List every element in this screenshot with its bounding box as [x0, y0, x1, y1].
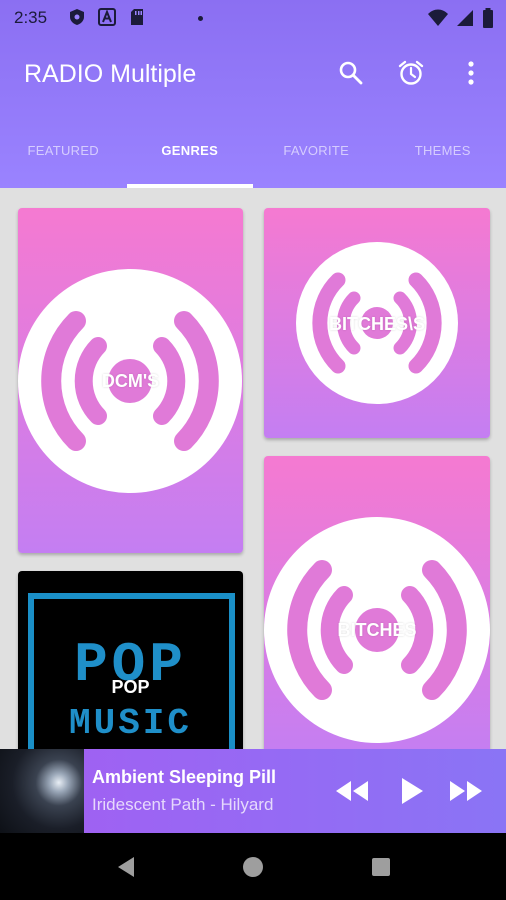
signal-icon — [456, 9, 474, 32]
pop-art-subtitle: MUSIC — [68, 703, 193, 744]
genre-label: BITCHES — [337, 620, 417, 640]
more-vert-icon[interactable] — [456, 58, 486, 88]
tab-genres[interactable]: GENRES — [126, 128, 254, 188]
system-nav-bar — [0, 833, 506, 900]
shield-icon — [68, 8, 86, 26]
battery-icon — [482, 8, 494, 33]
radio-disc-icon — [264, 517, 490, 743]
genre-card-pop[interactable]: POP MUSIC POP — [18, 571, 243, 761]
app-title: RADIO Multiple — [24, 60, 197, 88]
now-playing-bar[interactable]: Ambient Sleeping Pill Iridescent Path - … — [0, 749, 506, 833]
play-icon[interactable] — [394, 775, 430, 807]
notification-dot — [198, 16, 203, 21]
genre-card-bitches-s[interactable]: BITCHES\S — [264, 208, 490, 438]
tab-featured[interactable]: FEATURED — [0, 128, 127, 188]
back-icon[interactable] — [113, 854, 139, 880]
tab-bar: FEATURED GENRES FAVORITE THEMES — [0, 128, 506, 188]
wifi-icon — [428, 9, 448, 32]
genre-label: DCM'S — [101, 371, 160, 391]
rewind-icon[interactable] — [334, 775, 370, 807]
recents-icon[interactable] — [368, 854, 394, 880]
alarm-icon[interactable] — [396, 58, 426, 88]
app-header: 2:35 RADIO Multiple FEATURED GENRES FAVO… — [0, 0, 506, 188]
status-time: 2:35 — [14, 8, 48, 27]
genre-label: POP — [111, 677, 150, 697]
a-badge-icon — [98, 8, 116, 26]
tab-favorite[interactable]: FAVORITE — [253, 128, 380, 188]
genre-card-dcms[interactable]: DCM'S — [18, 208, 243, 553]
genre-card-bitches[interactable]: BITCHES — [264, 456, 490, 756]
track-title: Ambient Sleeping Pill — [92, 767, 277, 787]
home-icon[interactable] — [240, 854, 266, 880]
track-artist: Iridescent Path - Hilyard — [92, 795, 274, 814]
sd-card-icon — [128, 8, 146, 26]
fast-forward-icon[interactable] — [448, 775, 484, 807]
genre-label: BITCHES\S — [328, 314, 425, 334]
status-bar: 2:35 — [0, 0, 506, 36]
search-icon[interactable] — [336, 58, 366, 88]
tab-themes[interactable]: THEMES — [380, 128, 506, 188]
album-art — [0, 749, 84, 833]
